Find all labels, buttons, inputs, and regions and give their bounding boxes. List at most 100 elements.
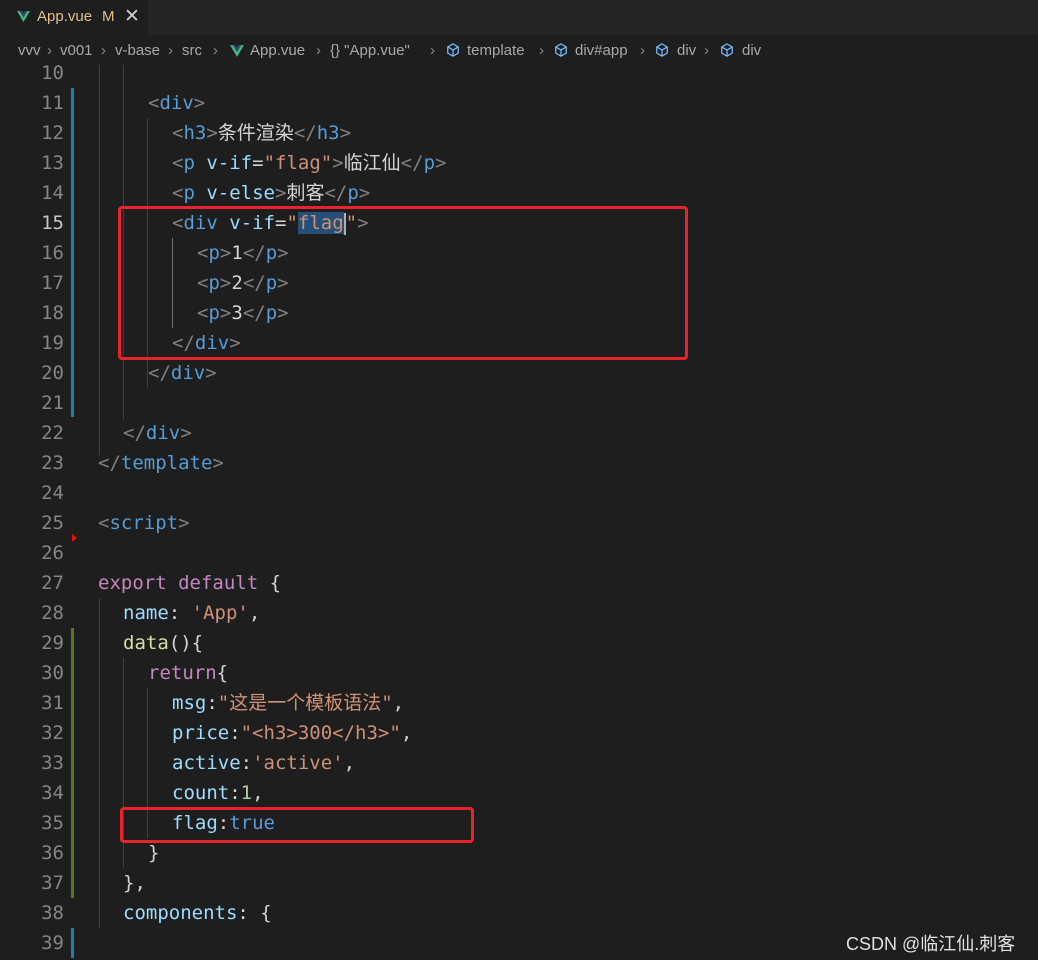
code-token: script (109, 512, 179, 534)
code-token: div (145, 422, 181, 444)
tab-modified-badge: M (102, 8, 115, 25)
code-token: > (180, 422, 192, 444)
code-token: 'App' (191, 602, 249, 624)
code-line[interactable]: 11 <div> (0, 88, 1038, 118)
code-token: > (358, 182, 371, 204)
chevron-right-icon: › (168, 42, 173, 59)
code-token: div (194, 332, 230, 354)
breadcrumb-item[interactable]: App.vue (250, 42, 305, 59)
cube-icon (447, 43, 459, 57)
line-number: 14 (41, 182, 64, 204)
breadcrumb-item[interactable]: vvv (18, 42, 41, 59)
code-line[interactable]: 20 </div> (0, 358, 1038, 388)
code-token: { (216, 662, 229, 684)
code-token: , (248, 602, 261, 624)
code-line[interactable]: 26 (0, 538, 1038, 568)
code-token: p (265, 272, 278, 294)
breadcrumb-item[interactable]: div (677, 42, 696, 59)
code-token: : (217, 812, 230, 834)
code-line[interactable]: 30 return{ (0, 658, 1038, 688)
breadcrumb-item[interactable]: div (742, 42, 761, 59)
code-token: : (168, 602, 192, 624)
code-token: p (183, 152, 207, 174)
code-line[interactable]: 35 flag:true (0, 808, 1038, 838)
line-number: 18 (41, 302, 64, 324)
code-token: 1 (231, 242, 243, 264)
code-token: </ (172, 332, 195, 354)
code-text: <script> (98, 508, 190, 538)
code-token: true (229, 812, 275, 834)
code-token: : { (237, 902, 272, 924)
line-number: 27 (41, 572, 64, 594)
code-line[interactable]: 24 (0, 478, 1038, 508)
code-line[interactable]: 29 data(){ (0, 628, 1038, 658)
code-token: < (197, 242, 209, 264)
code-token: } (148, 842, 160, 864)
code-line[interactable]: 18 <p>3</p> (0, 298, 1038, 328)
code-token: < (172, 152, 184, 174)
code-text: }, (123, 868, 146, 898)
code-token: < (172, 122, 184, 144)
code-line[interactable]: 33 active:'active', (0, 748, 1038, 778)
code-line[interactable]: 13 <p v-if="flag">临江仙</p> (0, 148, 1038, 178)
code-token: default (178, 572, 270, 594)
code-token: > (229, 332, 241, 354)
code-line[interactable]: 34 count:1, (0, 778, 1038, 808)
code-token: price (172, 722, 230, 744)
code-line[interactable]: 31 msg:"这是一个模板语法", (0, 688, 1038, 718)
tab-bar: App.vue M ✕ (0, 0, 1038, 35)
code-token: p (208, 242, 220, 264)
breadcrumb-item[interactable]: div#app (575, 42, 628, 59)
code-line[interactable]: 19 </div> (0, 328, 1038, 358)
code-token: v-else (206, 182, 275, 204)
code-token: 2 (231, 272, 243, 294)
code-line[interactable]: 17 <p>2</p> (0, 268, 1038, 298)
code-line[interactable]: 16 <p>1</p> (0, 238, 1038, 268)
code-line[interactable]: 22 </div> (0, 418, 1038, 448)
code-token: > (205, 362, 217, 384)
code-line[interactable]: 14 <p v-else>刺客</p> (0, 178, 1038, 208)
code-text: export default { (98, 568, 281, 598)
breadcrumb-item[interactable]: src (182, 42, 202, 59)
breadcrumb-item[interactable]: template (467, 42, 525, 59)
code-token: "flag" (263, 152, 333, 174)
breadcrumb-item[interactable]: v-base (115, 42, 160, 59)
code-token: components (123, 902, 238, 924)
code-token: < (172, 182, 184, 204)
code-token: p (208, 302, 220, 324)
code-token: }, (123, 872, 146, 894)
code-token: </ (242, 302, 266, 324)
code-token: 临江仙 (343, 152, 401, 174)
breadcrumb-item[interactable]: v001 (60, 42, 93, 59)
tab-app-vue[interactable]: App.vue M ✕ (0, 0, 148, 35)
code-line[interactable]: 21 (0, 388, 1038, 418)
code-token: p (208, 272, 220, 294)
code-line[interactable]: 10 (0, 58, 1038, 88)
code-line[interactable]: 28 name: 'App', (0, 598, 1038, 628)
code-editor[interactable]: 10 11 <div> 12 <h3>条件渲染</h3> 13 <p v-if="flag"… (0, 62, 1038, 960)
code-line[interactable]: 37}, (0, 868, 1038, 898)
code-token: h3 (316, 122, 340, 144)
line-number: 11 (41, 92, 64, 114)
line-number: 19 (41, 332, 64, 354)
breadcrumb-item[interactable]: {} "App.vue" (330, 42, 410, 59)
line-number: 17 (41, 272, 64, 294)
code-line[interactable]: 27 export default { (0, 568, 1038, 598)
code-line[interactable]: 32 price:"<h3>300</h3>", (0, 718, 1038, 748)
code-line[interactable]: 25 <script> (0, 508, 1038, 538)
code-token: > (212, 452, 224, 474)
code-line[interactable]: 12 <h3>条件渲染</h3> (0, 118, 1038, 148)
code-token: < (172, 212, 184, 234)
code-token: > (219, 242, 232, 264)
code-text: </div> (172, 328, 241, 358)
cube-icon (656, 43, 668, 57)
code-line[interactable]: 23 </template> (0, 448, 1038, 478)
line-number: 35 (41, 812, 64, 834)
watermark: CSDN @临江仙.刺客 (846, 934, 1016, 954)
line-number: 23 (41, 452, 64, 474)
code-text: <div v-if="flag "> (172, 208, 369, 238)
code-line[interactable]: 36} (0, 838, 1038, 868)
code-line[interactable]: 38 components: { (0, 898, 1038, 928)
code-line[interactable]: 15 <div v-if="flag "> (0, 208, 1038, 238)
close-icon[interactable]: ✕ (124, 5, 140, 28)
